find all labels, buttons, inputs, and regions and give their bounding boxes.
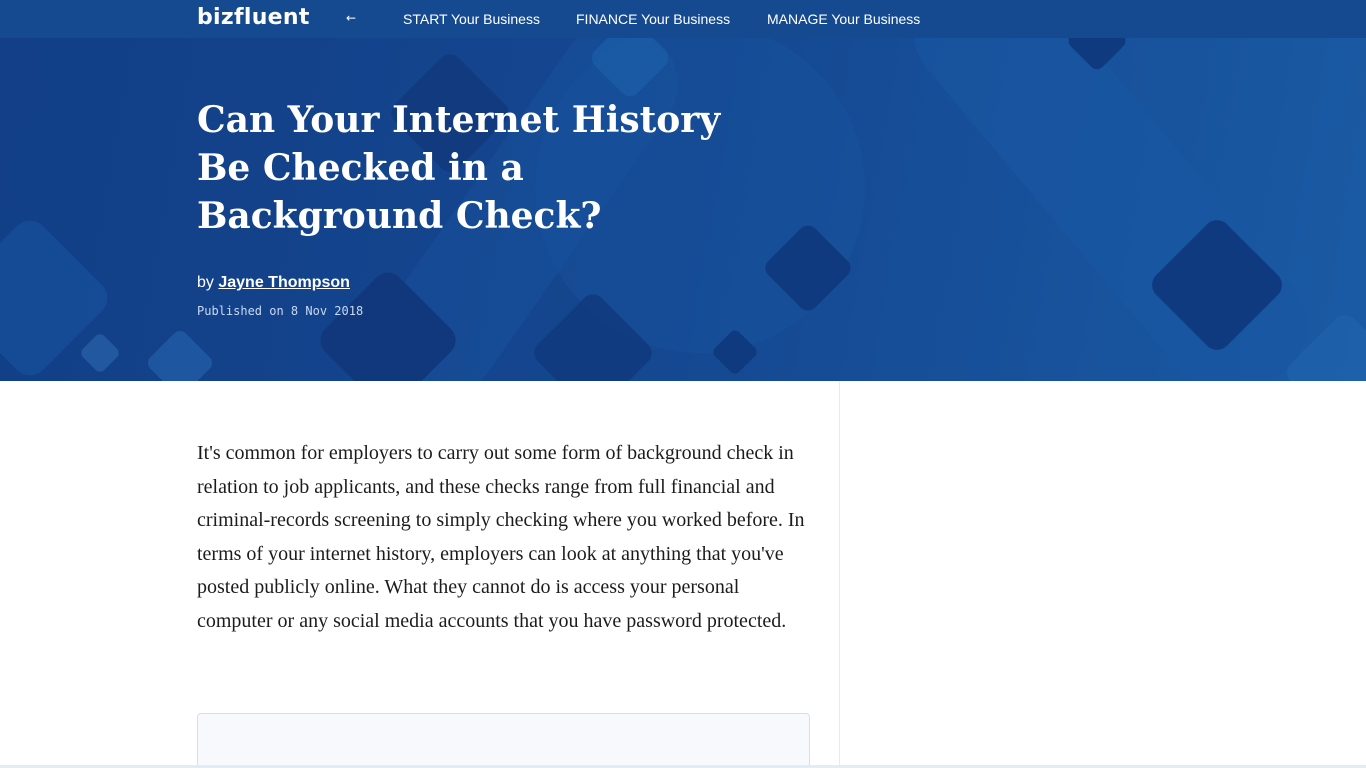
- site-logo[interactable]: bizfluent: [197, 5, 310, 30]
- nav-link-manage[interactable]: MANAGE Your Business: [767, 11, 920, 27]
- publish-date: Published on 8 Nov 2018: [197, 304, 364, 318]
- nav-link-start[interactable]: START Your Business: [403, 11, 540, 27]
- nav-link-finance[interactable]: FINANCE Your Business: [576, 11, 730, 27]
- article-title: Can Your Internet History Be Checked in …: [197, 99, 721, 237]
- author-link[interactable]: Jayne Thompson: [218, 274, 350, 291]
- article-intro-paragraph: It's common for employers to carry out s…: [197, 442, 805, 632]
- byline-prefix: by: [197, 274, 214, 291]
- byline: by Jayne Thompson: [197, 274, 350, 292]
- embedded-content-box: [197, 713, 810, 768]
- top-nav: bizfluent ← START Your Business FINANCE …: [0, 0, 1366, 38]
- arrow-left-icon[interactable]: ←: [346, 10, 356, 26]
- article-body: It's common for employers to carry out s…: [0, 381, 840, 768]
- article-hero: Can Your Internet History Be Checked in …: [0, 38, 1366, 381]
